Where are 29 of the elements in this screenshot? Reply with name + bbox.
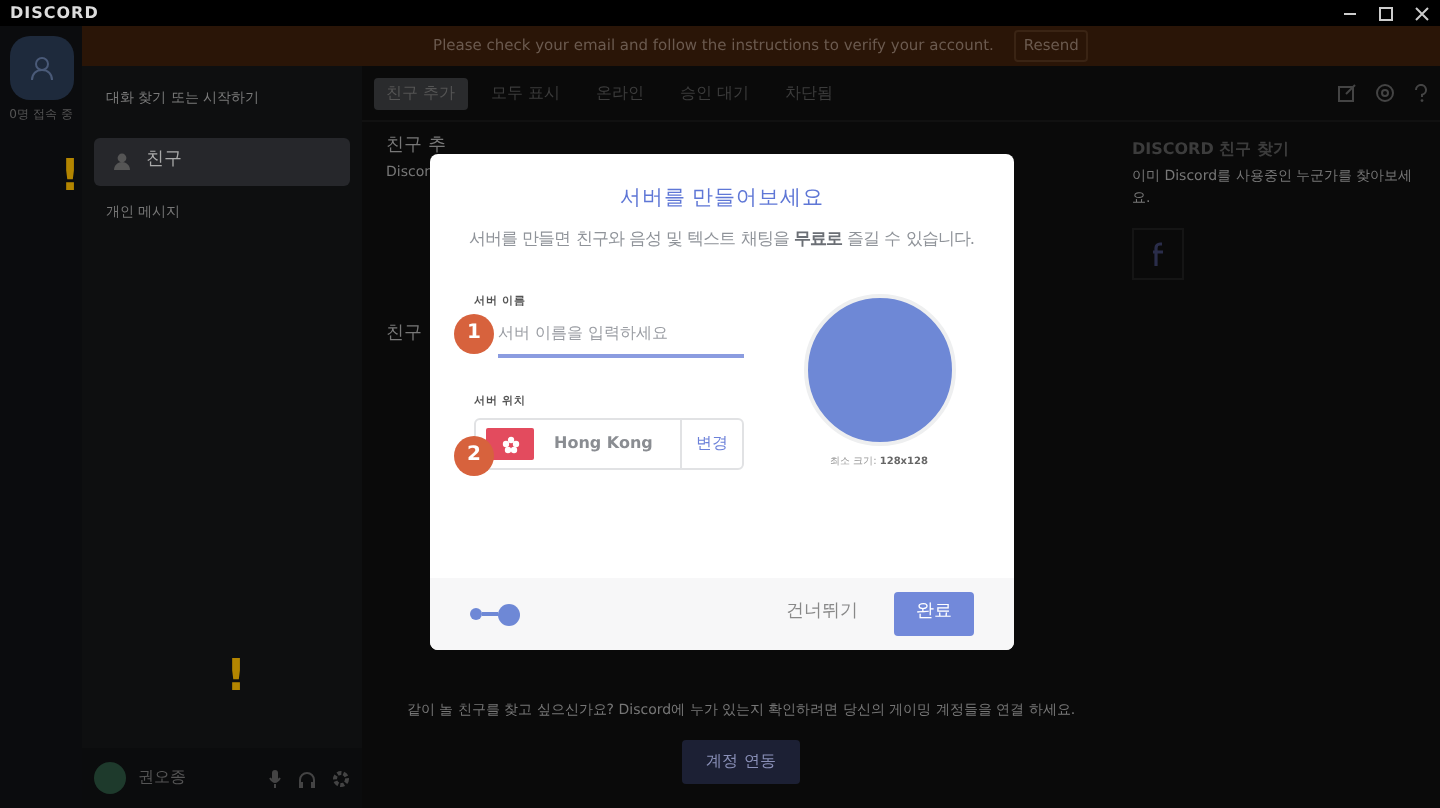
server-avatar[interactable]: [9, 36, 73, 100]
dialog-description: 서버를 만들면 친구와 음성 및 텍스트 채팅을 무료로 즐길 수 있습니다.: [466, 227, 978, 250]
person-icon: [110, 152, 130, 171]
people-icon: [25, 54, 57, 82]
step-badge: 2: [454, 435, 494, 476]
maximize-icon[interactable]: [1378, 5, 1394, 21]
flower-icon: [501, 435, 519, 454]
close-icon[interactable]: [1414, 5, 1430, 21]
change-button[interactable]: 변경: [680, 420, 742, 469]
section-heading: 친구: [386, 322, 422, 348]
app-logo: DISCORD: [10, 1, 99, 25]
section-heading: 친구 추: [386, 134, 446, 160]
dialog-title: 서버를 만들어보세요: [617, 184, 827, 214]
microphone-icon[interactable]: [268, 769, 282, 787]
sidebar-item[interactable]: 친구: [94, 138, 350, 185]
new-message-icon[interactable]: [1338, 84, 1356, 102]
user-avatar: [94, 762, 126, 794]
region-name: Hong Kong: [554, 432, 655, 457]
facebook-button[interactable]: [1132, 228, 1184, 280]
skip-button[interactable]: 건너뛰기: [774, 598, 870, 630]
f-letter-icon: [1151, 242, 1165, 266]
headphones-icon[interactable]: [298, 769, 316, 787]
user-name: 권오종: [138, 766, 186, 790]
done-button[interactable]: 완료: [894, 592, 974, 636]
warning-mark: !: [226, 656, 247, 700]
connect-button[interactable]: 계정 연동: [682, 740, 800, 784]
step-badge: 1: [454, 313, 494, 354]
warning-mark: !: [60, 156, 81, 200]
help-icon[interactable]: [1414, 84, 1428, 102]
